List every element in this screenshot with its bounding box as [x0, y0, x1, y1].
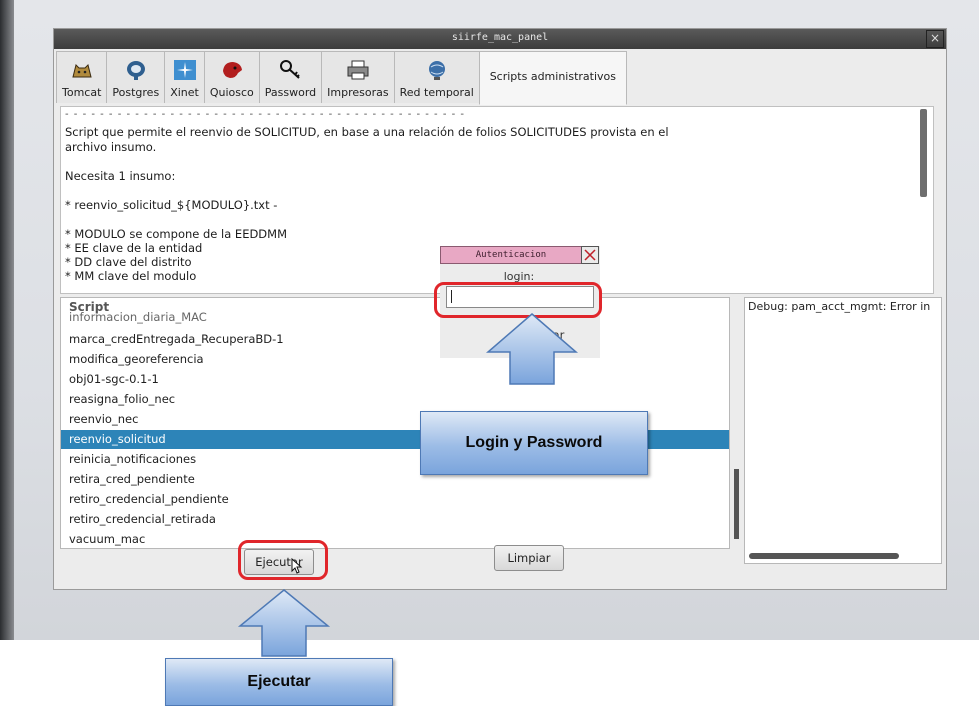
tab-label: Impresoras [327, 86, 389, 99]
tab-tomcat[interactable]: Tomcat [56, 51, 108, 103]
list-scrollbar[interactable] [734, 469, 739, 539]
description-line: * MM clave del modulo [65, 269, 197, 283]
tab-red-temporal[interactable]: Red temporal [393, 51, 480, 103]
quiosco-icon [219, 58, 245, 82]
window-close-icon[interactable]: × [926, 30, 944, 48]
list-item[interactable]: informacion_diaria_MAC [69, 308, 207, 327]
tab-bar: Tomcat Postgres Xinet Quiosco Password I… [56, 51, 627, 105]
tab-label: Quiosco [209, 86, 254, 99]
tab-impresoras[interactable]: Impresoras [321, 51, 395, 103]
tab-xinet[interactable]: Xinet [164, 51, 205, 103]
up-arrow-icon [485, 313, 579, 385]
list-item[interactable]: vacuum_mac [69, 530, 145, 548]
list-item[interactable]: retiro_credencial_retirada [69, 510, 216, 529]
list-item[interactable]: marca_credEntregada_RecuperaBD-1 [69, 330, 284, 349]
postgres-icon [123, 58, 149, 82]
tab-scripts-administrativos[interactable]: Scripts administrativos [478, 51, 627, 105]
description-line: archivo insumo. [65, 140, 157, 154]
description-line: * reenvio_solicitud_${MODULO}.txt - [65, 198, 278, 212]
tab-label: Scripts administrativos [489, 70, 617, 83]
description-line: Script que permite el reenvio de SOLICIT… [65, 125, 669, 139]
tab-label: Red temporal [399, 86, 474, 99]
description-line: * EE clave de la entidad [65, 241, 203, 255]
tab-quiosco[interactable]: Quiosco [203, 51, 260, 103]
auth-dialog-title: Autenticacion [440, 246, 582, 264]
xinet-icon [172, 58, 198, 82]
execute-highlight [238, 540, 328, 580]
separator: - - - - - - - - - - - - - - - - - - - - … [65, 109, 466, 120]
tab-label: Tomcat [62, 86, 102, 99]
tab-label: Postgres [112, 86, 160, 99]
description-line: * MODULO se compone de la EEDDMM [65, 227, 288, 241]
list-item[interactable]: obj01-sgc-0.1-1 [69, 370, 159, 389]
login-callout: Login y Password [420, 411, 648, 475]
description-scrollbar[interactable] [920, 109, 927, 197]
debug-hscrollbar[interactable] [749, 553, 899, 559]
list-item[interactable]: reinicia_notificaciones [69, 450, 196, 469]
tab-label: Password [264, 86, 317, 99]
close-icon[interactable] [581, 246, 599, 264]
network-icon [424, 58, 450, 82]
monitor-bezel [0, 0, 14, 640]
clear-button[interactable]: Limpiar [494, 545, 564, 571]
printer-icon [345, 58, 371, 82]
list-item[interactable]: retira_cred_pendiente [69, 470, 195, 489]
list-item[interactable]: reenvio_nec [69, 410, 138, 429]
list-item[interactable]: reasigna_folio_nec [69, 390, 175, 409]
up-arrow-icon [237, 589, 331, 657]
window-title: siirfe_mac_panel [451, 32, 549, 43]
tomcat-icon [69, 58, 95, 82]
mouse-cursor-icon [291, 558, 303, 574]
tab-label: Xinet [170, 86, 199, 99]
list-item[interactable]: modifica_georeferencia [69, 350, 204, 369]
title-bar: siirfe_mac_panel × [54, 29, 946, 49]
execute-callout: Ejecutar [165, 658, 393, 706]
debug-text: Debug: pam_acct_mgmt: Error in [748, 300, 931, 313]
tab-postgres[interactable]: Postgres [106, 51, 166, 103]
description-line: * DD clave del distrito [65, 255, 192, 269]
debug-output-panel: Debug: pam_acct_mgmt: Error in [744, 297, 942, 564]
list-item[interactable]: retiro_credencial_pendiente [69, 490, 229, 509]
tab-password[interactable]: Password [258, 51, 323, 103]
key-icon [277, 58, 303, 82]
description-line: Necesita 1 insumo: [65, 169, 176, 183]
